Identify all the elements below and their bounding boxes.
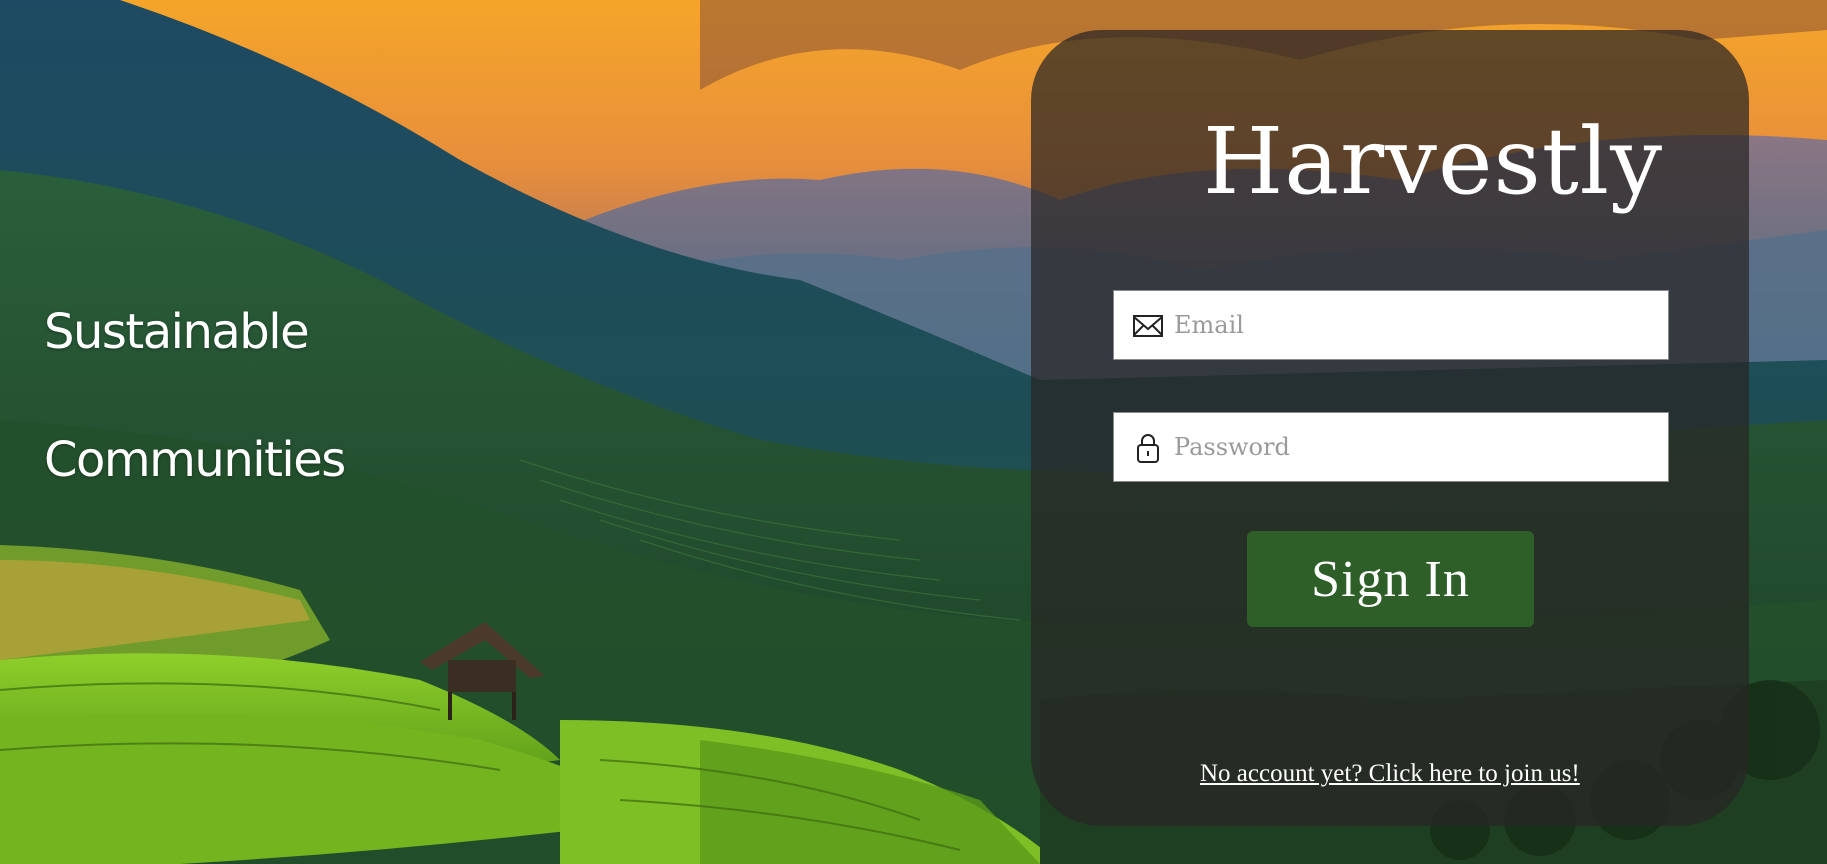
login-page: Sustainable Communities Harvestly Sign I…	[0, 0, 1827, 864]
email-field[interactable]	[1113, 290, 1669, 360]
password-input[interactable]	[1174, 413, 1654, 481]
lock-icon	[1137, 434, 1159, 463]
tagline-communities: Communities	[44, 432, 346, 488]
tagline-sustainable: Sustainable	[44, 304, 310, 360]
email-input[interactable]	[1174, 291, 1654, 359]
envelope-icon	[1133, 315, 1163, 337]
join-link[interactable]: No account yet? Click here to join us!	[1200, 760, 1580, 788]
password-field[interactable]	[1113, 412, 1669, 482]
brand-logo-text: Harvestly	[1203, 108, 1664, 215]
sign-in-button[interactable]: Sign In	[1247, 531, 1534, 627]
